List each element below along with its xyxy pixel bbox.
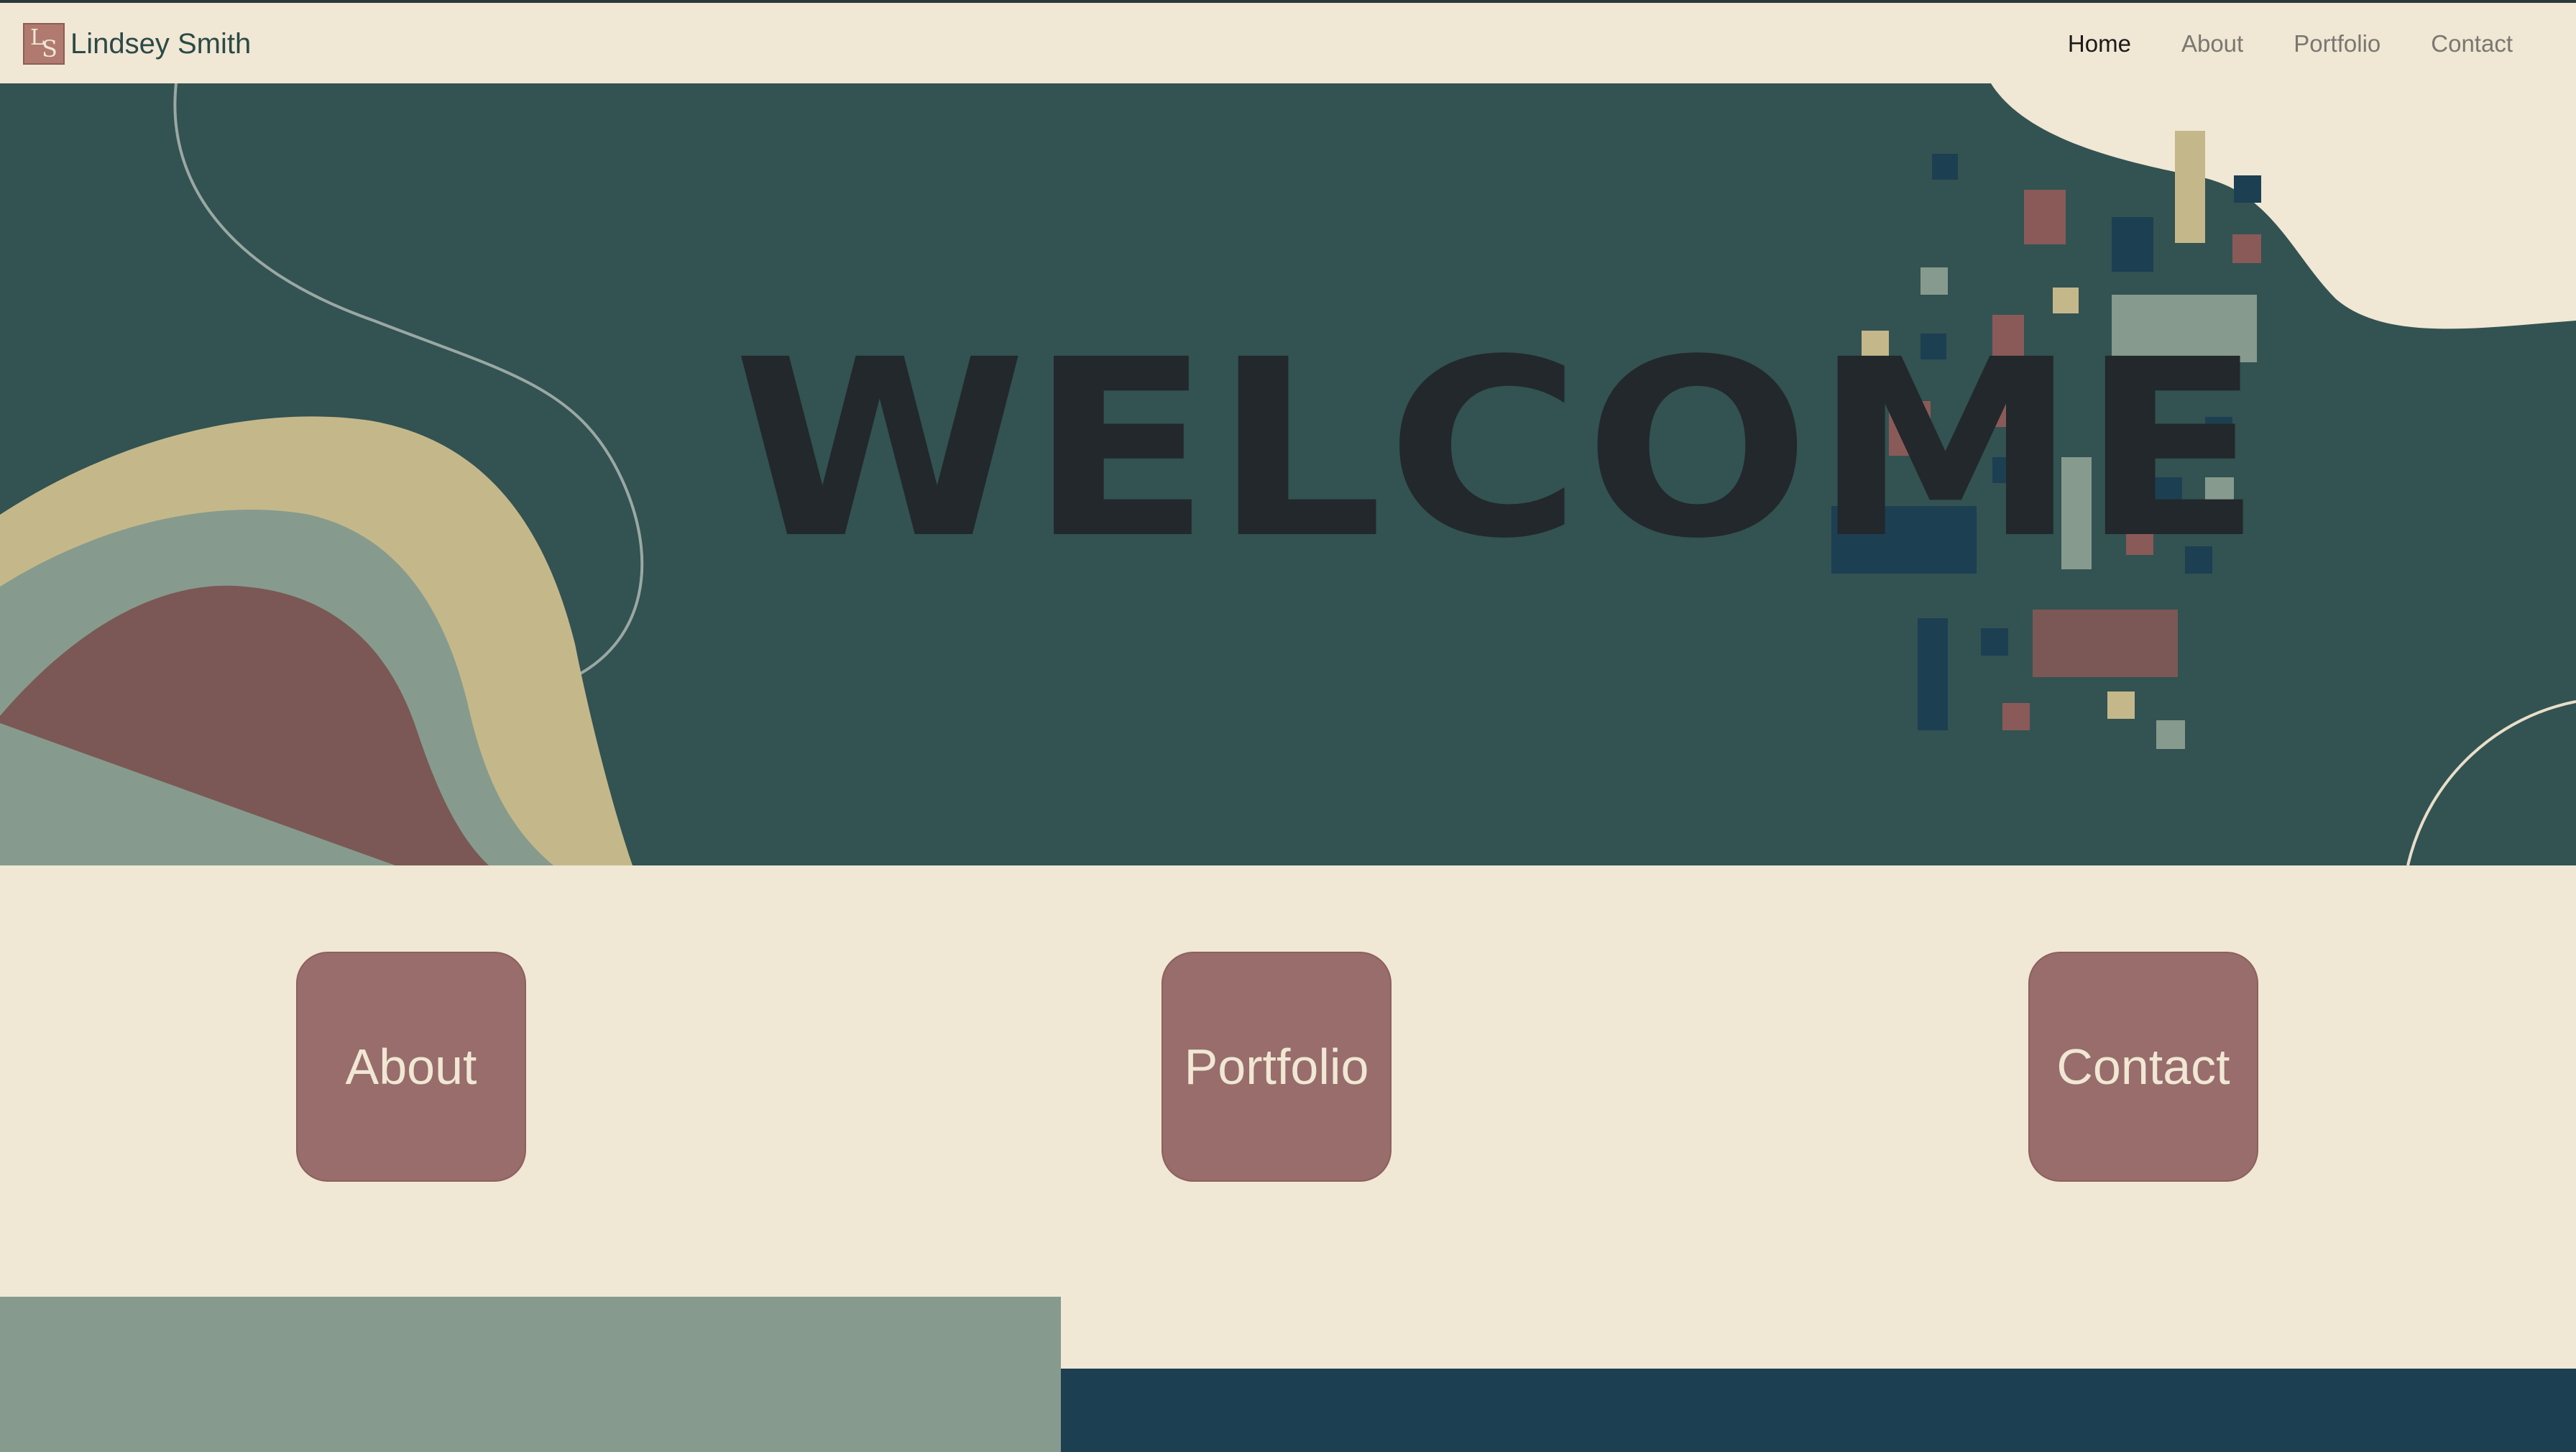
thin-arc-line-bottom-right	[2406, 700, 2576, 865]
brand-name: Lindsey Smith	[70, 27, 252, 60]
mosaic-tile	[2234, 175, 2261, 203]
cream-blob-shape	[1991, 83, 2576, 329]
brand-logo-letter-s: S	[42, 35, 58, 63]
brand-link[interactable]: L S Lindsey Smith	[23, 23, 251, 65]
navbar: L S Lindsey Smith Home About Portfolio C…	[0, 0, 2576, 83]
portfolio-card-button[interactable]: Portfolio	[1162, 952, 1392, 1182]
mosaic-tile	[1918, 618, 1948, 730]
nav-link-contact[interactable]: Contact	[2431, 30, 2513, 58]
mosaic-tile	[1981, 628, 2008, 656]
nav-link-about[interactable]: About	[2181, 30, 2243, 58]
footer-sage-block	[0, 1297, 1061, 1452]
footer-navy-block	[1061, 1369, 2576, 1452]
mosaic-tile	[1932, 154, 1958, 180]
hero-banner: WELCOME	[0, 83, 2576, 865]
mosaic-tile	[2175, 131, 2205, 243]
mosaic-tile	[2107, 691, 2135, 719]
about-card-button[interactable]: About	[296, 952, 526, 1182]
brand-logo-icon: L S	[23, 23, 65, 65]
mosaic-tile	[2024, 190, 2066, 244]
contact-card-button[interactable]: Contact	[2028, 952, 2258, 1182]
mosaic-tile	[2156, 720, 2185, 749]
nav-cards-section: About Portfolio Contact	[0, 865, 2576, 1297]
nav-link-portfolio[interactable]: Portfolio	[2294, 30, 2380, 58]
nav-links: Home About Portfolio Contact	[2018, 30, 2513, 58]
page: L S Lindsey Smith Home About Portfolio C…	[0, 0, 2576, 1452]
hero-title: WELCOME	[733, 308, 2266, 592]
nav-link-home[interactable]: Home	[2068, 30, 2131, 58]
mosaic-tile	[2112, 217, 2153, 272]
mosaic-tile	[2033, 610, 2178, 677]
mosaic-tile	[1920, 267, 1948, 295]
mosaic-tile	[2002, 703, 2030, 730]
mosaic-tile	[2232, 234, 2261, 263]
